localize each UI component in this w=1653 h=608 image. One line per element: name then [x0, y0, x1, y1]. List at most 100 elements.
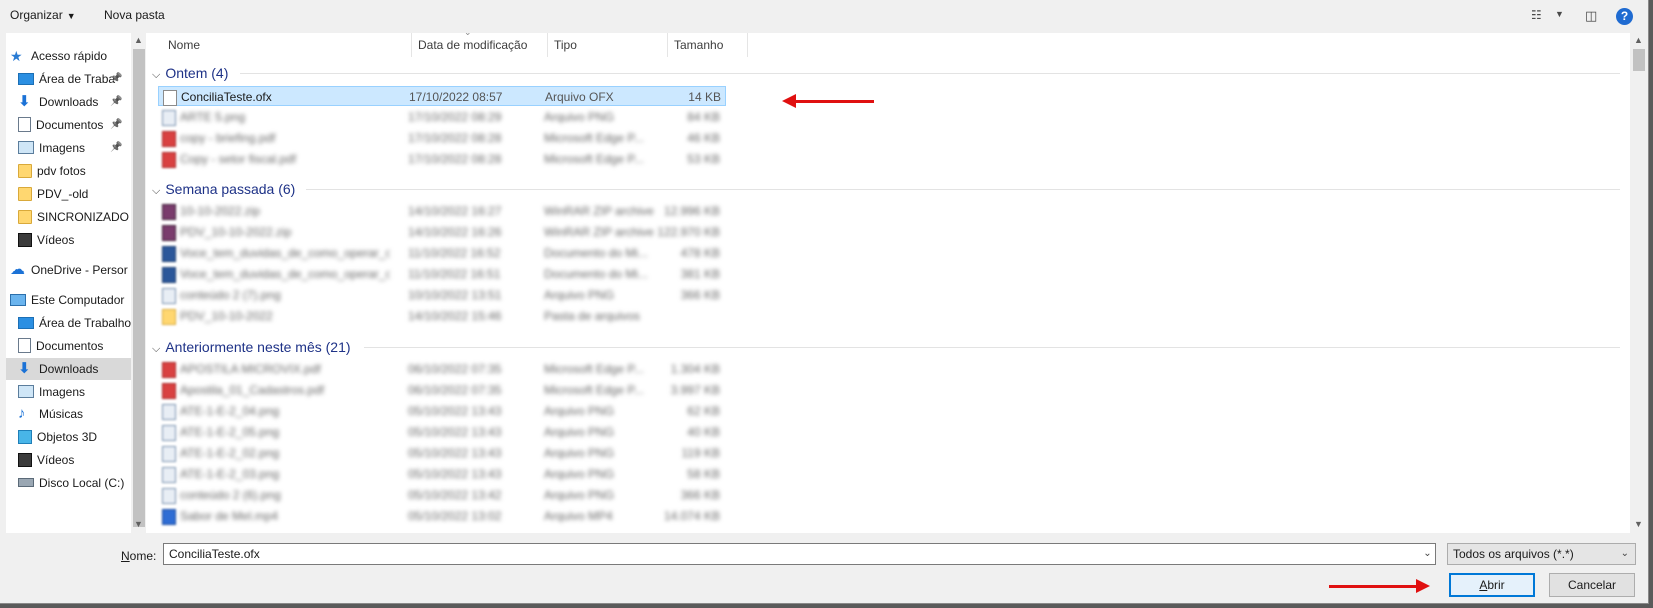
file-name: ATE-1-E-2_04.png — [180, 404, 280, 418]
view-options-icon[interactable]: ☷ — [1531, 8, 1542, 22]
mp4-file-icon — [162, 509, 176, 525]
file-size: 58 KB — [687, 467, 720, 481]
scroll-down-icon[interactable]: ▼ — [134, 519, 143, 529]
column-header-type[interactable]: Tipo — [548, 33, 668, 57]
cancel-button[interactable]: Cancelar — [1549, 573, 1635, 597]
nav-item[interactable]: Imagens — [6, 381, 131, 403]
file-type: Microsoft Edge P... — [544, 362, 644, 376]
filename-label-text: ome: — [129, 549, 157, 563]
nav-item[interactable]: ⬇ Downloads 📌 — [6, 91, 131, 113]
nav-item[interactable]: SINCRONIZADO — [6, 206, 131, 228]
pdf-file-icon — [162, 152, 176, 168]
file-name: PDV_10-10-2022 — [180, 309, 273, 323]
file-row[interactable]: conteúdo 2 (7).png 10/10/2022 13:51 Arquiv… — [158, 285, 726, 305]
file-row[interactable]: conteúdo 2 (6).png 05/10/2022 13:42 Arquiv… — [158, 485, 726, 505]
group-header[interactable]: ⌵ Anteriormente neste mês (21) — [152, 337, 351, 357]
file-type: Microsoft Edge P... — [544, 131, 644, 145]
nav-item[interactable]: Imagens 📌 — [6, 137, 131, 159]
local-disk-icon — [18, 478, 34, 488]
file-name: Voce_tem_duvidas_de_como_operar_o_s... — [180, 267, 390, 281]
file-row[interactable]: ConciliaTeste.ofx 17/10/2022 08:57 Arquivo… — [158, 86, 726, 106]
file-row[interactable]: 10-10-2022.zip 14/10/2022 16:27 WinRAR ZIP… — [158, 201, 726, 221]
folder-icon — [18, 186, 32, 201]
scroll-down-icon[interactable]: ▼ — [1634, 519, 1643, 529]
file-type: Arquivo OFX — [545, 90, 614, 104]
file-row[interactable]: ARTE 5.png 17/10/2022 08:29 Arquivo PNG 84 … — [158, 107, 726, 127]
file-row[interactable]: PDV_10-10-2022 14/10/2022 15:46 Pasta de a… — [158, 306, 726, 326]
nav-item[interactable]: PDV_-old — [6, 183, 131, 205]
nav-item[interactable]: Disco Local (C:) — [6, 472, 131, 494]
nav-item-label: Documentos — [36, 118, 104, 132]
file-row[interactable]: copy - briefing.pdf 17/10/2022 08:28 Micro… — [158, 128, 726, 148]
file-date: 14/10/2022 16:26 — [408, 225, 502, 239]
file-row[interactable]: ATE-1-E-2_05.png 05/10/2022 13:43 Arquivo … — [158, 422, 726, 442]
view-menu-chevron-icon[interactable]: ▼ — [1555, 9, 1564, 19]
png-file-icon — [162, 404, 176, 420]
file-row[interactable]: PDV_10-10-2022.zip 14/10/2022 16:26 WinRAR… — [158, 222, 726, 242]
nav-item[interactable]: Este Computador — [6, 289, 131, 311]
column-header-date[interactable]: Data de modificação — [412, 33, 548, 57]
nav-item[interactable]: ☁ OneDrive - Persor — [6, 259, 131, 281]
file-row[interactable]: Copy - setor fiscal.pdf 17/10/2022 08:28 M… — [158, 149, 726, 169]
zip-file-icon — [162, 225, 176, 241]
navigation-scrollbar[interactable]: ▲ ▼ — [131, 33, 147, 533]
organize-button[interactable]: Organizar ▼ — [10, 8, 76, 22]
nav-item-label: OneDrive - Persor — [31, 263, 128, 277]
file-type-value: Todos os arquivos (*.*) — [1453, 547, 1574, 561]
filename-history-dropdown-icon[interactable]: ⌄ — [1420, 545, 1435, 563]
scroll-up-icon[interactable]: ▲ — [134, 35, 143, 45]
nav-item[interactable]: Objetos 3D — [6, 426, 131, 448]
file-name: ATE-1-E-2_05.png — [180, 425, 280, 439]
file-row[interactable]: Voce_tem_duvidas_de_como_operar_o_s... 11… — [158, 243, 726, 263]
file-row[interactable]: ATE-1-E-2_02.png 05/10/2022 13:43 Arquivo … — [158, 443, 726, 463]
nav-item[interactable]: ⬇ Downloads — [6, 358, 131, 380]
preview-pane-icon[interactable]: ◫ — [1585, 8, 1597, 24]
nav-item-label: Este Computador — [31, 293, 125, 307]
nav-item[interactable]: Documentos 📌 — [6, 114, 131, 136]
file-list-scroll-thumb[interactable] — [1633, 49, 1645, 71]
file-row[interactable]: ATE-1-E-2_04.png 05/10/2022 13:43 Arquivo … — [158, 401, 726, 421]
help-icon[interactable]: ? — [1616, 8, 1633, 25]
file-list-scrollbar[interactable]: ▲ ▼ — [1630, 33, 1648, 533]
file-type-select[interactable]: Todos os arquivos (*.*) ⌄ — [1447, 543, 1636, 565]
nav-item[interactable]: Vídeos — [6, 229, 131, 251]
scroll-up-icon[interactable]: ▲ — [1634, 35, 1643, 45]
file-row[interactable]: Sabor de Mel.mp4 05/10/2022 13:02 Arquivo … — [158, 506, 726, 526]
open-button[interactable]: Abrir — [1449, 573, 1535, 597]
file-row[interactable]: ATE-1-E-2_03.png 05/10/2022 13:43 Arquivo … — [158, 464, 726, 484]
nav-item[interactable]: Documentos — [6, 335, 131, 357]
nav-item-label: Vídeos — [37, 453, 75, 467]
group-header[interactable]: ⌵ Semana passada (6) — [152, 179, 295, 199]
folder-file-icon — [162, 309, 176, 325]
group-header[interactable]: ⌵ Ontem (4) — [152, 63, 228, 83]
column-header-name[interactable]: Nome — [162, 33, 412, 57]
pdf-file-icon — [162, 131, 176, 147]
file-size: 14 KB — [688, 90, 721, 104]
collapse-chevron-icon[interactable]: ⌵ — [152, 185, 160, 197]
quick-access-star-icon: ★ — [10, 47, 23, 64]
file-row[interactable]: Apostila_01_Cadastros.pdf 06/10/2022 07:3… — [158, 380, 726, 400]
group-divider — [306, 189, 1620, 190]
nav-item[interactable]: Área de Trabalho — [6, 312, 131, 334]
file-row[interactable]: Voce_tem_duvidas_de_como_operar_o_s... 11… — [158, 264, 726, 284]
new-folder-button[interactable]: Nova pasta — [104, 8, 165, 22]
nav-item[interactable]: Vídeos — [6, 449, 131, 471]
file-name: Apostila_01_Cadastros.pdf — [180, 383, 325, 397]
navigation-scroll-thumb[interactable] — [133, 49, 145, 527]
file-name: copy - briefing.pdf — [180, 131, 276, 145]
file-type: Arquivo PNG — [544, 288, 615, 302]
nav-item[interactable]: ♪ Músicas — [6, 403, 131, 425]
nav-item[interactable]: Área de Traba 📌 — [6, 68, 131, 90]
column-header-size[interactable]: Tamanho — [668, 33, 748, 57]
file-name: ATE-1-E-2_02.png — [180, 446, 280, 460]
file-type: WinRAR ZIP archive — [544, 204, 654, 218]
file-date: 17/10/2022 08:28 — [408, 131, 502, 145]
nav-item[interactable]: pdv fotos — [6, 160, 131, 182]
filename-input[interactable]: ConciliaTeste.ofx — [163, 543, 1436, 565]
nav-item[interactable]: ★ Acesso rápido — [6, 45, 131, 67]
collapse-chevron-icon[interactable]: ⌵ — [152, 343, 160, 355]
file-row[interactable]: APOSTILA MICROVIX.pdf 06/10/2022 07:35 Mic… — [158, 359, 726, 379]
file-size: 12.996 KB — [663, 204, 720, 218]
collapse-chevron-icon[interactable]: ⌵ — [152, 69, 160, 81]
file-name: ATE-1-E-2_03.png — [180, 467, 280, 481]
